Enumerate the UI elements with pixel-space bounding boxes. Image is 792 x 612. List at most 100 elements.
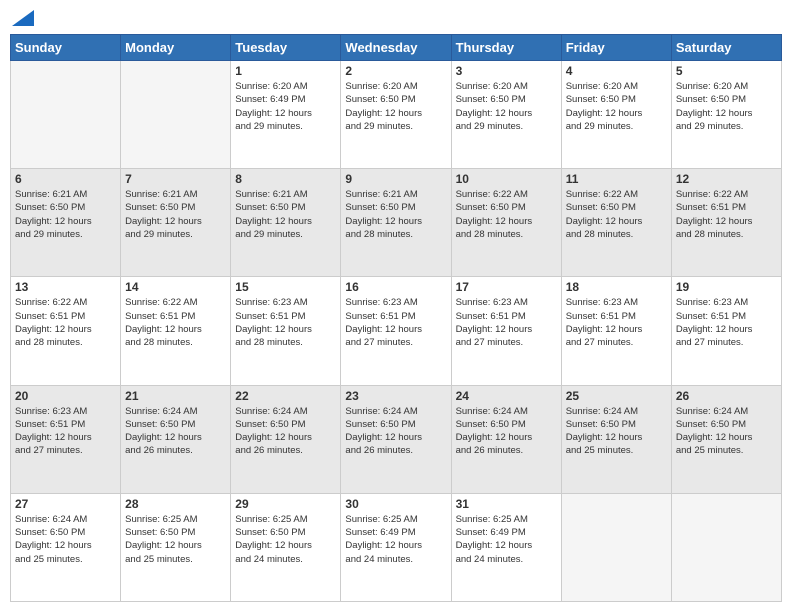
day-info: Sunrise: 6:23 AMSunset: 6:51 PMDaylight:…: [566, 296, 667, 349]
calendar-week-row: 1 Sunrise: 6:20 AMSunset: 6:49 PMDaylight…: [11, 61, 782, 169]
day-info: Sunrise: 6:23 AMSunset: 6:51 PMDaylight:…: [456, 296, 557, 349]
calendar-day-cell: 11Sunrise: 6:22 AMSunset: 6:50 PMDayligh…: [561, 169, 671, 277]
logo-icon: [12, 10, 34, 26]
day-info: Sunrise: 6:24 AMSunset: 6:50 PMDaylight:…: [456, 405, 557, 458]
day-info: Sunrise: 6:25 AMSunset: 6:49 PMDaylight:…: [345, 513, 446, 566]
day-info: Sunrise: 6:24 AMSunset: 6:50 PMDaylight:…: [345, 405, 446, 458]
day-number: 14: [125, 280, 226, 294]
calendar-day-cell: 18Sunrise: 6:23 AMSunset: 6:51 PMDayligh…: [561, 277, 671, 385]
day-info: Sunrise: 6:20 AMSunset: 6:49 PMDaylight:…: [235, 80, 336, 133]
day-number: 1: [235, 64, 336, 78]
calendar-day-cell: 28 Sunrise: 6:25 AMSunset: 6:50 PMDayligh…: [121, 493, 231, 601]
day-number: 2: [345, 64, 446, 78]
calendar-day-cell: [11, 61, 121, 169]
day-info: Sunrise: 6:21 AMSunset: 6:50 PMDaylight:…: [345, 188, 446, 241]
calendar-day-cell: 10 Sunrise: 6:22 AMSunset: 6:50 PMDayligh…: [451, 169, 561, 277]
day-number: 31: [456, 497, 557, 511]
day-number: 17: [456, 280, 557, 294]
day-header-sunday: Sunday: [11, 35, 121, 61]
day-info: Sunrise: 6:24 AMSunset: 6:50 PMDaylight:…: [15, 513, 116, 566]
day-info: Sunrise: 6:20 AMSunset: 6:50 PMDaylight:…: [676, 80, 777, 133]
calendar-week-row: 6Sunrise: 6:21 AMSunset: 6:50 PMDaylight…: [11, 169, 782, 277]
calendar-week-row: 20 Sunrise: 6:23 AMSunset: 6:51 PMDayligh…: [11, 385, 782, 493]
day-number: 28: [125, 497, 226, 511]
day-number: 13: [15, 280, 116, 294]
calendar-day-cell: 13 Sunrise: 6:22 AMSunset: 6:51 PMDayligh…: [11, 277, 121, 385]
calendar-day-cell: 5 Sunrise: 6:20 AMSunset: 6:50 PMDaylight…: [671, 61, 781, 169]
calendar-day-cell: 24 Sunrise: 6:24 AMSunset: 6:50 PMDayligh…: [451, 385, 561, 493]
calendar-day-cell: 20 Sunrise: 6:23 AMSunset: 6:51 PMDayligh…: [11, 385, 121, 493]
day-number: 22: [235, 389, 336, 403]
day-info: Sunrise: 6:24 AMSunset: 6:50 PMDaylight:…: [235, 405, 336, 458]
day-number: 5: [676, 64, 777, 78]
day-info: Sunrise: 6:23 AMSunset: 6:51 PMDaylight:…: [345, 296, 446, 349]
calendar-day-cell: 25 Sunrise: 6:24 AMSunset: 6:50 PMDayligh…: [561, 385, 671, 493]
day-header-saturday: Saturday: [671, 35, 781, 61]
day-number: 16: [345, 280, 446, 294]
calendar-day-cell: 8 Sunrise: 6:21 AMSunset: 6:50 PMDaylight…: [231, 169, 341, 277]
day-header-monday: Monday: [121, 35, 231, 61]
day-number: 15: [235, 280, 336, 294]
day-number: 25: [566, 389, 667, 403]
day-number: 24: [456, 389, 557, 403]
calendar-week-row: 27 Sunrise: 6:24 AMSunset: 6:50 PMDayligh…: [11, 493, 782, 601]
calendar-day-cell: 12 Sunrise: 6:22 AMSunset: 6:51 PMDayligh…: [671, 169, 781, 277]
day-info: Sunrise: 6:22 AMSunset: 6:51 PMDaylight:…: [125, 296, 226, 349]
day-info: Sunrise: 6:21 AMSunset: 6:50 PMDaylight:…: [235, 188, 336, 241]
calendar-day-cell: 14 Sunrise: 6:22 AMSunset: 6:51 PMDayligh…: [121, 277, 231, 385]
calendar-day-cell: 22 Sunrise: 6:24 AMSunset: 6:50 PMDayligh…: [231, 385, 341, 493]
calendar-day-cell: 16 Sunrise: 6:23 AMSunset: 6:51 PMDayligh…: [341, 277, 451, 385]
calendar-day-cell: 26Sunrise: 6:24 AMSunset: 6:50 PMDayligh…: [671, 385, 781, 493]
logo: [10, 10, 34, 26]
day-info: Sunrise: 6:23 AMSunset: 6:51 PMDaylight:…: [15, 405, 116, 458]
day-number: 4: [566, 64, 667, 78]
calendar-day-cell: 31 Sunrise: 6:25 AMSunset: 6:49 PMDayligh…: [451, 493, 561, 601]
day-header-friday: Friday: [561, 35, 671, 61]
day-number: 21: [125, 389, 226, 403]
day-info: Sunrise: 6:25 AMSunset: 6:50 PMDaylight:…: [235, 513, 336, 566]
day-header-wednesday: Wednesday: [341, 35, 451, 61]
calendar-day-cell: 3 Sunrise: 6:20 AMSunset: 6:50 PMDaylight…: [451, 61, 561, 169]
day-number: 20: [15, 389, 116, 403]
calendar-week-row: 13 Sunrise: 6:22 AMSunset: 6:51 PMDayligh…: [11, 277, 782, 385]
calendar-day-cell: 15 Sunrise: 6:23 AMSunset: 6:51 PMDayligh…: [231, 277, 341, 385]
calendar-day-cell: 4Sunrise: 6:20 AMSunset: 6:50 PMDaylight…: [561, 61, 671, 169]
calendar-day-cell: 7Sunrise: 6:21 AMSunset: 6:50 PMDaylight…: [121, 169, 231, 277]
calendar-day-cell: 17 Sunrise: 6:23 AMSunset: 6:51 PMDayligh…: [451, 277, 561, 385]
day-number: 8: [235, 172, 336, 186]
calendar-table: SundayMondayTuesdayWednesdayThursdayFrid…: [10, 34, 782, 602]
day-info: Sunrise: 6:22 AMSunset: 6:51 PMDaylight:…: [15, 296, 116, 349]
day-number: 9: [345, 172, 446, 186]
calendar-day-cell: 1 Sunrise: 6:20 AMSunset: 6:49 PMDaylight…: [231, 61, 341, 169]
calendar-day-cell: 2 Sunrise: 6:20 AMSunset: 6:50 PMDaylight…: [341, 61, 451, 169]
calendar-header-row: SundayMondayTuesdayWednesdayThursdayFrid…: [11, 35, 782, 61]
day-info: Sunrise: 6:21 AMSunset: 6:50 PMDaylight:…: [125, 188, 226, 241]
day-info: Sunrise: 6:22 AMSunset: 6:50 PMDaylight:…: [566, 188, 667, 241]
day-info: Sunrise: 6:22 AMSunset: 6:51 PMDaylight:…: [676, 188, 777, 241]
day-number: 29: [235, 497, 336, 511]
day-info: Sunrise: 6:23 AMSunset: 6:51 PMDaylight:…: [235, 296, 336, 349]
day-info: Sunrise: 6:25 AMSunset: 6:50 PMDaylight:…: [125, 513, 226, 566]
day-info: Sunrise: 6:20 AMSunset: 6:50 PMDaylight:…: [345, 80, 446, 133]
day-info: Sunrise: 6:21 AMSunset: 6:50 PMDaylight:…: [15, 188, 116, 241]
calendar-day-cell: 30Sunrise: 6:25 AMSunset: 6:49 PMDayligh…: [341, 493, 451, 601]
page: SundayMondayTuesdayWednesdayThursdayFrid…: [0, 0, 792, 612]
day-info: Sunrise: 6:24 AMSunset: 6:50 PMDaylight:…: [566, 405, 667, 458]
header: [10, 10, 782, 26]
day-number: 12: [676, 172, 777, 186]
day-info: Sunrise: 6:24 AMSunset: 6:50 PMDaylight:…: [676, 405, 777, 458]
calendar-day-cell: 27 Sunrise: 6:24 AMSunset: 6:50 PMDayligh…: [11, 493, 121, 601]
day-number: 27: [15, 497, 116, 511]
day-number: 3: [456, 64, 557, 78]
day-info: Sunrise: 6:20 AMSunset: 6:50 PMDaylight:…: [456, 80, 557, 133]
calendar-day-cell: 29 Sunrise: 6:25 AMSunset: 6:50 PMDayligh…: [231, 493, 341, 601]
day-info: Sunrise: 6:24 AMSunset: 6:50 PMDaylight:…: [125, 405, 226, 458]
day-info: Sunrise: 6:22 AMSunset: 6:50 PMDaylight:…: [456, 188, 557, 241]
day-number: 10: [456, 172, 557, 186]
calendar-day-cell: 6Sunrise: 6:21 AMSunset: 6:50 PMDaylight…: [11, 169, 121, 277]
day-info: Sunrise: 6:25 AMSunset: 6:49 PMDaylight:…: [456, 513, 557, 566]
day-header-tuesday: Tuesday: [231, 35, 341, 61]
day-header-thursday: Thursday: [451, 35, 561, 61]
calendar-day-cell: 9 Sunrise: 6:21 AMSunset: 6:50 PMDaylight…: [341, 169, 451, 277]
day-number: 23: [345, 389, 446, 403]
